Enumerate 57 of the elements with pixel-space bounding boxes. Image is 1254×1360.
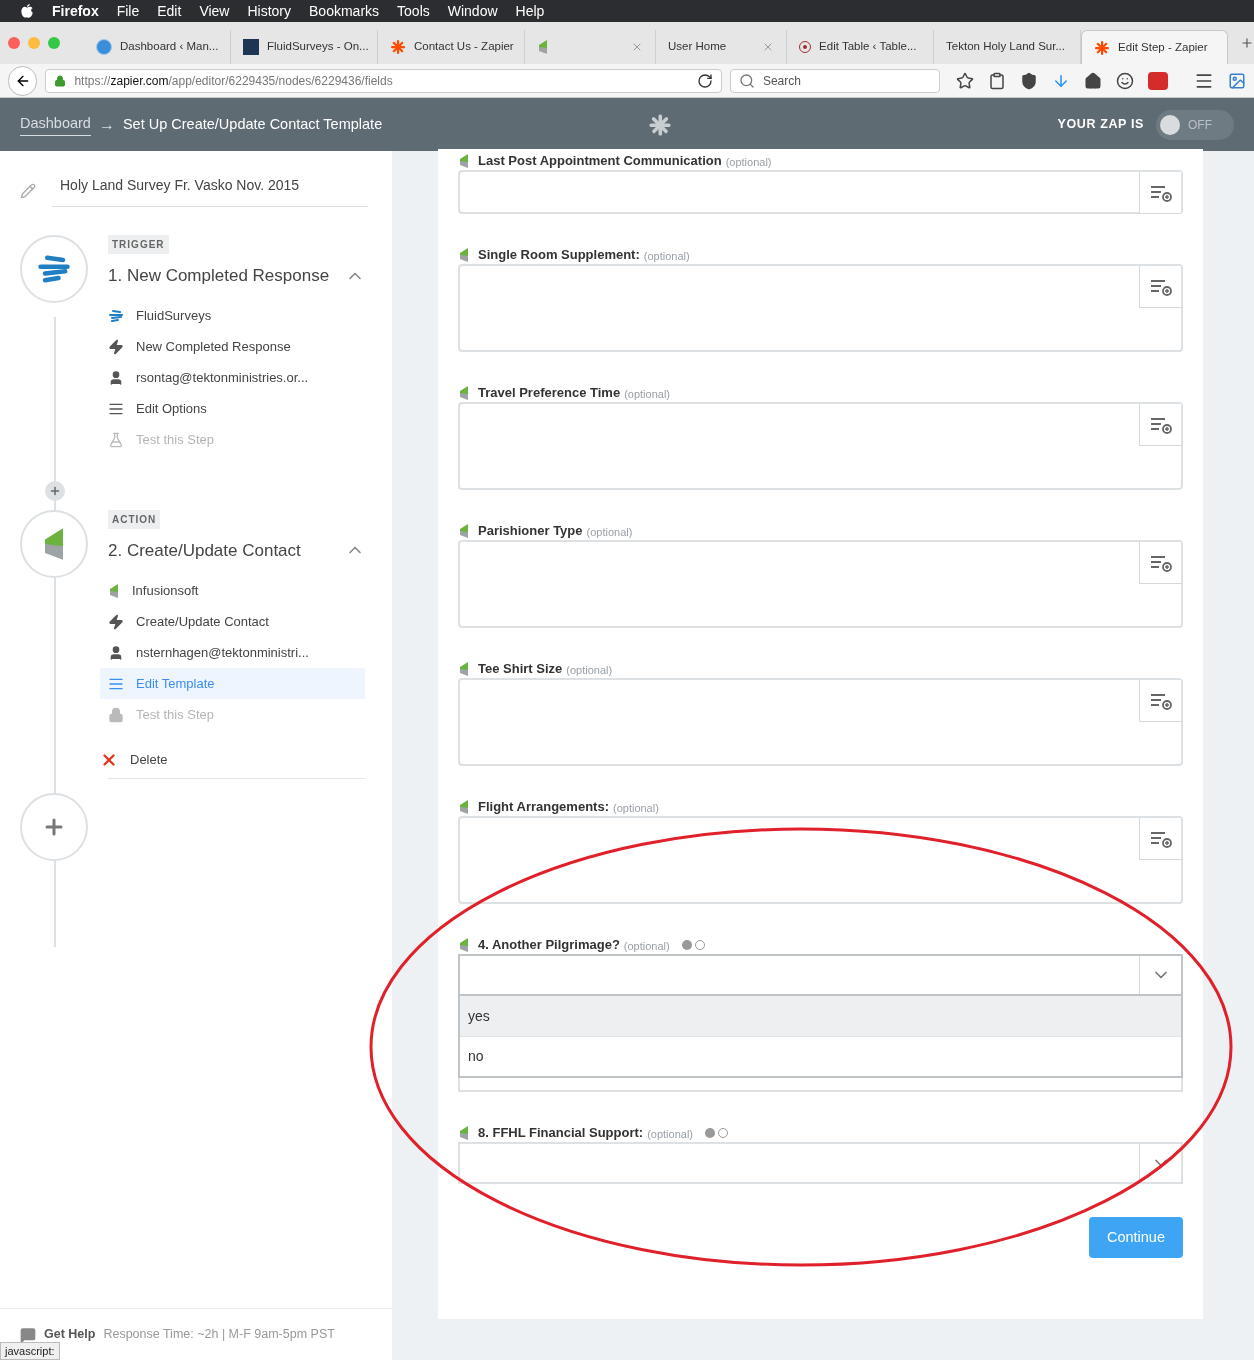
tab-title: Edit Table ‹ Table... [819,39,917,55]
menu-item[interactable]: Window [447,0,498,22]
tab-title: Dashboard ‹ Man... [120,39,219,55]
menu-item[interactable]: File [116,0,140,22]
optional-hint: (optional) [623,940,670,952]
optional-hint: (optional) [647,1128,693,1140]
menu-item[interactable]: Help [515,0,545,22]
dropdown-option[interactable]: yes [460,996,1181,1036]
zap-name-field[interactable]: Holy Land Survey Fr. Vasko Nov. 2015 [52,175,368,207]
step-type-badge: ACTION [108,509,161,529]
field-label: 4. Another Pilgrimage? [478,936,620,955]
menu-item[interactable]: Tools [397,0,430,22]
field-label: Parishioner Type [478,522,583,541]
breadcrumb-arrow: → [98,114,115,135]
field-label: 8. FFHL Financial Support: [478,1124,644,1143]
field-label: Flight Arrangements: [478,798,609,817]
search-placeholder: Search [762,72,801,90]
optional-hint: (optional) [725,156,772,168]
tab-title: Tekton Holy Land Sur... [946,39,1065,55]
url-text: https://zapier.com/app/editor/6229435/nodes/6229436/fields [74,72,394,90]
field-label: Last Post Appointment Communication [478,152,722,171]
step-title[interactable]: 1. New Completed Response [108,263,330,289]
get-help-link[interactable]: Get Help [44,1325,96,1344]
dashboard-link[interactable]: Dashboard [20,113,91,136]
tab-title: FluidSurveys - On... [267,39,369,55]
field-label: Single Room Supplement: [478,246,640,265]
browser-tab[interactable]: Edit Step - Zapier [1081,30,1229,64]
step-menu-item[interactable]: Edit Options [100,393,365,425]
search-field[interactable]: Search [729,68,940,93]
step-title[interactable]: 2. Create/Update Contact [108,537,301,563]
app-menu[interactable]: Firefox [52,0,99,22]
optional-hint: (optional) [566,664,613,676]
menu-item[interactable]: Bookmarks [309,0,380,22]
step-menu-item[interactable]: nsternhagen@tektonministri... [100,637,365,668]
help-hours-text: Response Time: ~2h | M-F 9am-5pm PST [103,1326,335,1344]
menu-item[interactable]: View [199,0,230,22]
optional-hint: (optional) [643,250,690,262]
optional-hint: (optional) [613,802,659,814]
field-label: Tee Shirt Size [478,660,563,679]
field-label: Travel Preference Time [478,384,621,403]
step-menu-item[interactable]: Create/Update Contact [100,606,365,637]
menu-item[interactable]: History [247,0,292,22]
delete-step-button[interactable]: Delete [100,750,168,770]
tab-title: Edit Step - Zapier [1118,39,1208,55]
step-type-badge: TRIGGER [108,235,169,254]
zap-status-label: YOUR ZAP IS [1057,116,1144,134]
tab-title: Contact Us - Zapier [414,39,514,55]
step-menu-item[interactable]: FluidSurveys [100,300,365,332]
page-title: Set Up Create/Update Contact Template [122,114,383,134]
optional-hint: (optional) [586,526,633,538]
optional-hint: (optional) [624,388,670,400]
tab-title: User Home [668,39,728,55]
step-menu-item[interactable]: rsontag@tektonministries.or... [100,362,365,394]
step-menu-item[interactable]: Infusionsoft [100,575,365,606]
step-menu-item[interactable]: New Completed Response [100,331,365,363]
url-field[interactable]: https://zapier.com/app/editor/6229435/nodes/6229436/fields [45,68,722,93]
menu-item[interactable]: Edit [157,0,182,22]
